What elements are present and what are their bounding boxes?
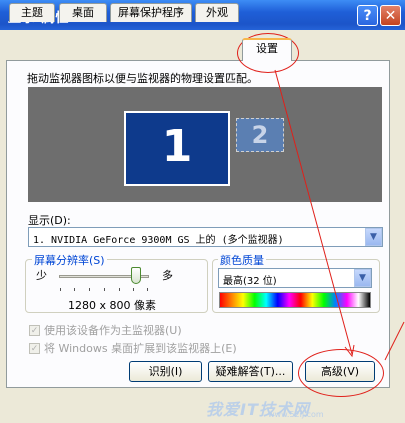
- annotation-arrow-line-right: [384, 321, 405, 361]
- tab-settings[interactable]: 设置: [242, 38, 292, 61]
- watermark-url: www.52ij.com: [268, 410, 324, 419]
- annotation-arrow-line: [274, 69, 353, 355]
- annotation-arrows: [274, 69, 405, 361]
